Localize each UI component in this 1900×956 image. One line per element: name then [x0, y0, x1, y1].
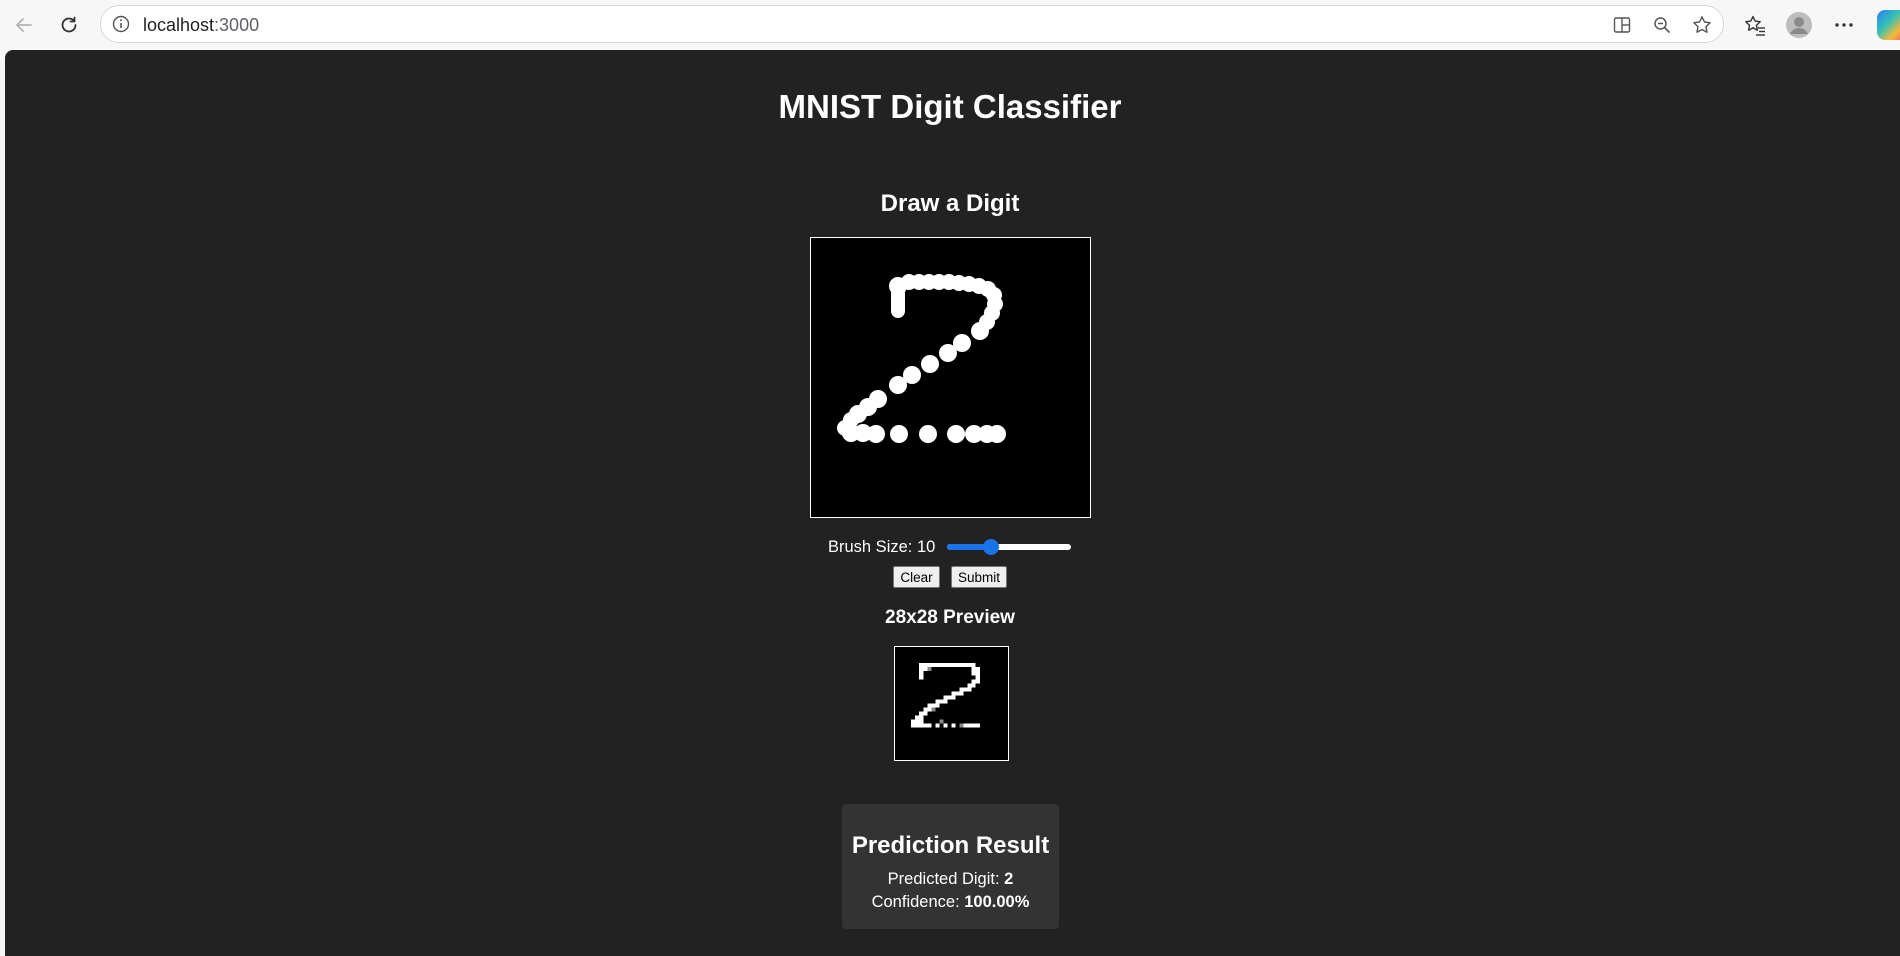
predicted-digit-line: Predicted Digit: 2: [842, 870, 1059, 889]
address-bar[interactable]: localhost:3000: [100, 5, 1724, 43]
page-viewport: MNIST Digit Classifier Draw a Digit Brus…: [5, 50, 1900, 956]
zoom-out-icon[interactable]: [1650, 13, 1674, 37]
reload-button[interactable]: [52, 8, 86, 42]
prediction-result-card: Prediction Result Predicted Digit: 2 Con…: [842, 804, 1059, 929]
clear-button[interactable]: Clear: [893, 566, 940, 588]
url-port: :3000: [214, 15, 260, 35]
info-icon[interactable]: [111, 14, 131, 34]
back-button[interactable]: [7, 8, 41, 42]
brush-size-slider[interactable]: [945, 535, 1073, 559]
url-text[interactable]: localhost:3000: [143, 15, 259, 36]
brush-size-label: Brush Size: 10: [828, 537, 936, 556]
drawing-canvas[interactable]: [810, 237, 1091, 518]
preview-canvas: [894, 646, 1009, 761]
star-icon[interactable]: [1690, 13, 1714, 37]
favorites-icon[interactable]: [1740, 10, 1770, 40]
result-title: Prediction Result: [851, 832, 1050, 859]
arrow-left-icon: [16, 18, 32, 32]
confidence-value: 100.00%: [964, 893, 1030, 911]
url-host: localhost: [143, 15, 215, 35]
split-screen-icon[interactable]: [1610, 13, 1634, 37]
preview-heading: 28x28 Preview: [885, 607, 1015, 628]
predicted-digit-value: 2: [1004, 870, 1014, 888]
brush-size-control: Brush Size: 10: [828, 535, 1073, 559]
confidence-label: Confidence:: [871, 893, 965, 911]
slider-thumb[interactable]: [983, 539, 1000, 555]
predicted-digit-label: Predicted Digit:: [887, 870, 1005, 888]
more-icon[interactable]: [1829, 10, 1859, 40]
confidence-line: Confidence: 100.00%: [842, 893, 1059, 912]
preview-digit: [911, 663, 980, 728]
profile-icon[interactable]: [1784, 10, 1814, 40]
submit-button[interactable]: Submit: [951, 566, 1007, 588]
page-title: MNIST Digit Classifier: [778, 88, 1122, 125]
draw-heading: Draw a Digit: [880, 190, 1020, 217]
browser-toolbar: localhost:3000: [0, 0, 1900, 50]
copilot-icon[interactable]: [1877, 10, 1900, 40]
reload-icon: [61, 16, 77, 33]
drawn-digit: [837, 274, 1006, 443]
